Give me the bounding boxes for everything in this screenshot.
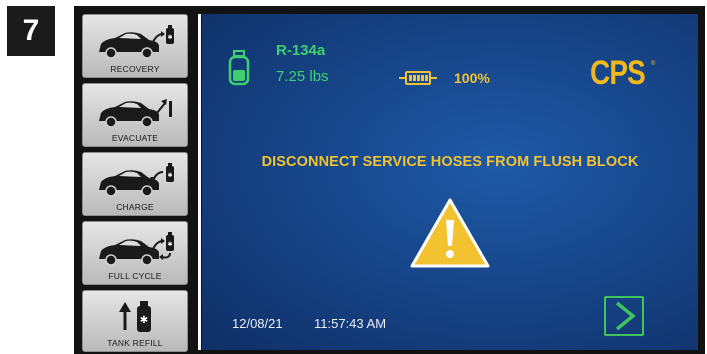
sidebar-item-label: FULL CYCLE xyxy=(108,271,162,281)
main-screen: R-134a 7.25 lbs 100% CPS ® DISCONNECT SE… xyxy=(202,14,698,350)
date-display: 12/08/21 xyxy=(232,316,283,331)
battery-percent: 100% xyxy=(454,70,490,86)
tank-refill-icon: ✱ xyxy=(119,301,151,332)
svg-text:✱: ✱ xyxy=(167,172,172,179)
sidebar-item-label: TANK REFILL xyxy=(107,338,163,348)
refrigerant-weight: 7.25 lbs xyxy=(276,68,329,85)
sidebar-item-tank-refill[interactable]: ✱ TANK REFILL xyxy=(82,290,188,352)
car-full-cycle-icon: ✱ xyxy=(99,232,174,266)
car-recovery-icon: ✱ xyxy=(99,25,174,59)
brand-registered-mark: ® xyxy=(651,61,656,67)
refrigerant-type: R-134a xyxy=(276,42,326,59)
sidebar: ✱ RECOVERY EVACUATE ✱ CHARGE ✱ FULL CYCL… xyxy=(82,14,196,352)
svg-text:✱: ✱ xyxy=(167,241,172,248)
next-button[interactable] xyxy=(604,296,644,336)
sidebar-item-evacuate[interactable]: EVACUATE xyxy=(82,83,188,147)
sidebar-item-label: RECOVERY xyxy=(110,64,160,74)
time-display: 11:57:43 AM xyxy=(314,316,387,331)
sidebar-item-recovery[interactable]: ✱ RECOVERY xyxy=(82,14,188,78)
battery-icon xyxy=(399,71,437,85)
instruction-message: DISCONNECT SERVICE HOSES FROM FLUSH BLOC… xyxy=(261,154,639,170)
car-charge-icon: ✱ xyxy=(99,163,174,197)
refrigerant-tank-icon xyxy=(228,50,250,86)
car-evacuate-icon xyxy=(99,99,172,128)
svg-text:✱: ✱ xyxy=(167,34,172,41)
sidebar-item-label: CHARGE xyxy=(116,202,154,212)
step-number-badge: 7 xyxy=(7,6,55,56)
sidebar-item-label: EVACUATE xyxy=(111,133,159,143)
device-frame: ✱ RECOVERY EVACUATE ✱ CHARGE ✱ FULL CYCL… xyxy=(74,6,705,354)
svg-text:✱: ✱ xyxy=(140,315,148,326)
sidebar-item-full-cycle[interactable]: ✱ FULL CYCLE xyxy=(82,221,188,285)
sidebar-divider xyxy=(198,14,201,350)
sidebar-item-charge[interactable]: ✱ CHARGE xyxy=(82,152,188,216)
brand-logo: CPS xyxy=(590,54,646,92)
warning-icon xyxy=(410,198,490,268)
chevron-right-icon xyxy=(615,301,636,331)
